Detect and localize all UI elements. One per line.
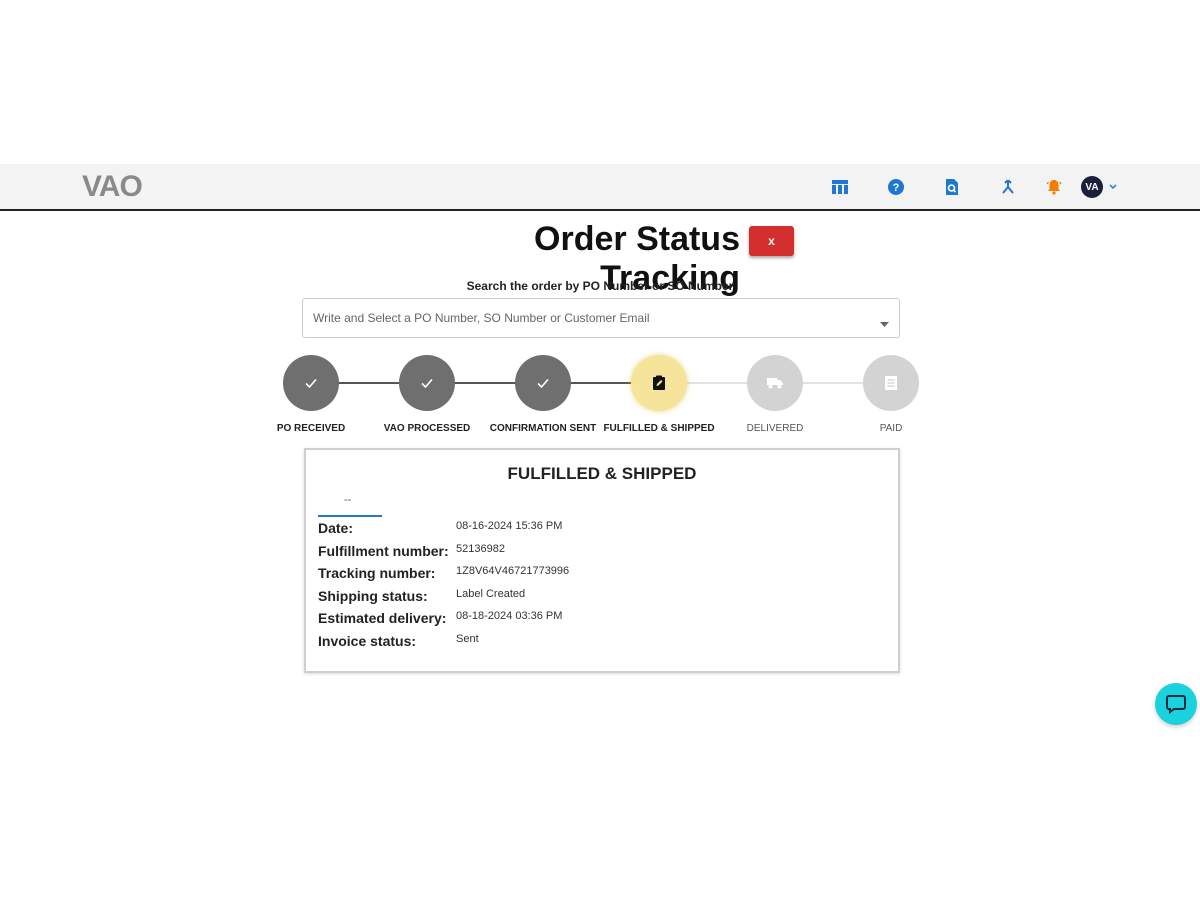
- bell-icon[interactable]: [1044, 177, 1064, 197]
- step-connector: [686, 382, 748, 384]
- date-value: 08-16-2024 15:36 PM: [456, 520, 563, 532]
- search-placeholder: Write and Select a PO Number, SO Number …: [313, 311, 650, 325]
- active-tab-indicator: [318, 515, 382, 517]
- step-connector: [338, 382, 400, 384]
- card-title: FULFILLED & SHIPPED: [507, 464, 697, 483]
- vao-logo[interactable]: VAO: [82, 170, 143, 204]
- card-tab-placeholder[interactable]: --: [344, 494, 351, 506]
- fulfillment-number-value: 52136982: [456, 543, 505, 555]
- shipping-status-value: Label Created: [456, 588, 526, 600]
- check-icon: [305, 378, 317, 389]
- search-label: Search the order by PO Number or SO Numb…: [466, 279, 734, 293]
- step-po-received[interactable]: [283, 355, 339, 411]
- step-label: PAID: [879, 423, 903, 434]
- top-navbar: VAO ? VA: [0, 164, 1200, 211]
- dropdown-caret-icon[interactable]: [880, 315, 889, 333]
- date-label: Date:: [318, 520, 354, 536]
- step-connector: [454, 382, 516, 384]
- step-connector: [570, 382, 632, 384]
- document-search-icon[interactable]: [942, 177, 962, 197]
- tracking-number-value[interactable]: 1Z8V64V46721773996: [456, 565, 569, 577]
- step-fulfilled-shipped[interactable]: [631, 355, 687, 411]
- chat-widget-button[interactable]: [1155, 683, 1197, 725]
- close-button[interactable]: x: [749, 226, 794, 256]
- fulfillment-number-label: Fulfillment number:: [318, 543, 449, 559]
- shipping-status-label: Shipping status:: [318, 588, 428, 604]
- svg-text:?: ?: [893, 182, 900, 194]
- step-connector: [802, 382, 864, 384]
- help-icon[interactable]: ?: [886, 177, 906, 197]
- user-avatar[interactable]: VA: [1081, 176, 1103, 198]
- chat-bubble-icon: [1166, 695, 1186, 714]
- step-paid[interactable]: [863, 355, 919, 411]
- receipt-icon: [885, 376, 897, 390]
- table-icon[interactable]: [830, 177, 850, 197]
- estimated-delivery-value: 08-18-2024 03:36 PM: [456, 610, 563, 622]
- check-icon: [421, 378, 433, 389]
- clipboard-edit-icon: [653, 375, 665, 390]
- step-delivered[interactable]: [747, 355, 803, 411]
- order-search-input[interactable]: Write and Select a PO Number, SO Number …: [302, 298, 900, 338]
- tracking-number-label: Tracking number:: [318, 565, 436, 581]
- check-icon: [537, 378, 549, 389]
- truck-icon: [767, 378, 783, 389]
- merge-icon[interactable]: [998, 177, 1018, 197]
- step-vao-processed[interactable]: [399, 355, 455, 411]
- invoice-status-label: Invoice status:: [318, 633, 417, 649]
- chevron-down-icon[interactable]: [1108, 179, 1118, 197]
- invoice-status-value: Sent: [456, 633, 479, 645]
- step-confirmation-sent[interactable]: [515, 355, 571, 411]
- status-detail-card: FULFILLED & SHIPPED -- Date: 08-16-2024 …: [304, 448, 900, 673]
- estimated-delivery-label: Estimated delivery:: [318, 610, 447, 626]
